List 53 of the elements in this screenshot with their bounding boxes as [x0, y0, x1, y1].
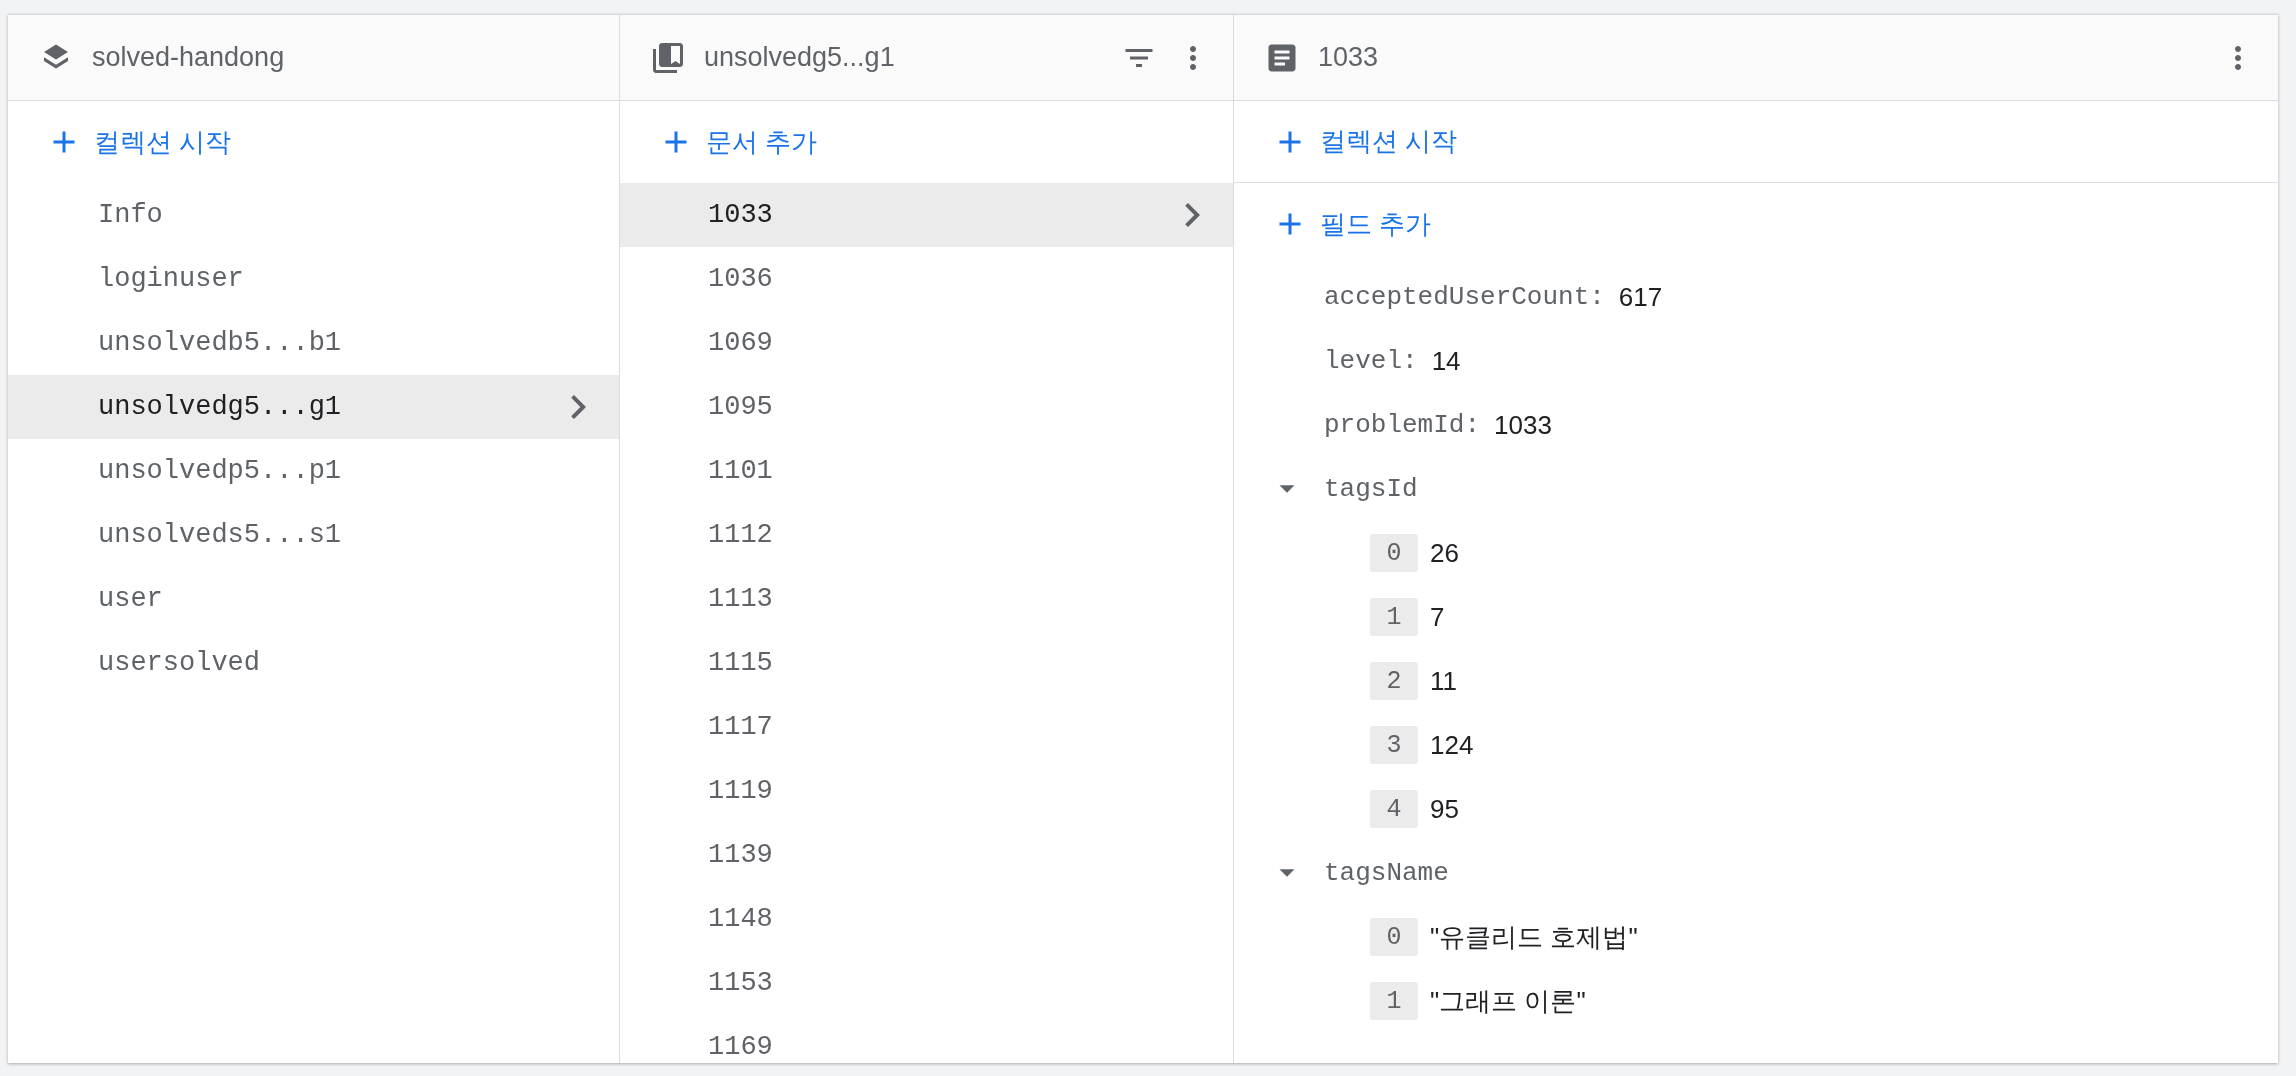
add-field-button[interactable]: 필드 추가 [1272, 206, 1432, 242]
field-key: level: [1324, 346, 1418, 376]
list-item[interactable]: Info [8, 183, 619, 247]
list-item[interactable]: 1119 [620, 759, 1233, 823]
chevron-right-icon [571, 395, 587, 419]
list-item[interactable]: user [8, 567, 619, 631]
field-value: "그래프 이론" [1430, 984, 1586, 1018]
list-item[interactable]: 1113 [620, 567, 1233, 631]
list-item[interactable]: 1069 [620, 311, 1233, 375]
field-key: tagsName [1324, 858, 1449, 888]
field-value: 95 [1430, 793, 1459, 825]
array-index: 2 [1370, 662, 1418, 700]
array-index: 1 [1370, 598, 1418, 636]
list-item[interactable]: 1112 [620, 503, 1233, 567]
list-item[interactable]: 1101 [620, 439, 1233, 503]
field-value: 124 [1430, 729, 1474, 761]
list-item[interactable]: usersolved [8, 631, 619, 695]
list-item[interactable]: 1115 [620, 631, 1233, 695]
list-item[interactable]: unsolveds5...s1 [8, 503, 619, 567]
field-value: 7 [1430, 601, 1445, 633]
array-index: 1 [1370, 982, 1418, 1020]
array-index: 0 [1370, 918, 1418, 956]
database-title: solved-handong [92, 42, 286, 73]
document-title: 1033 [1318, 42, 1380, 73]
field-value: 1033 [1494, 409, 1552, 441]
field-key: problemId: [1324, 410, 1481, 440]
list-item[interactable]: unsolvedg5...g1 [8, 375, 619, 439]
list-item[interactable]: 1095 [620, 375, 1233, 439]
field-value: 11 [1430, 665, 1457, 697]
list-item[interactable]: 1148 [620, 887, 1233, 951]
array-index: 0 [1370, 534, 1418, 572]
array-index: 4 [1370, 790, 1418, 828]
list-item[interactable]: unsolvedp5...p1 [8, 439, 619, 503]
list-item[interactable]: 1117 [620, 695, 1233, 759]
field-value: 14 [1431, 345, 1461, 377]
field-key: acceptedUserCount: [1324, 282, 1605, 312]
field-key: tagsId [1324, 474, 1418, 504]
chevron-right-icon [1185, 203, 1201, 227]
start-collection-button[interactable]: 컬렉션 시작 [46, 124, 232, 160]
list-item[interactable]: 1153 [620, 951, 1233, 1015]
field-value: "유클리드 호제법" [1430, 920, 1638, 954]
field-value: 617 [1618, 281, 1663, 313]
list-item[interactable]: 1036 [620, 247, 1233, 311]
list-item[interactable]: loginuser [8, 247, 619, 311]
list-item[interactable]: unsolvedb5...b1 [8, 311, 619, 375]
collection-title: unsolvedg5...g1 [704, 42, 896, 73]
field-value: 26 [1430, 537, 1459, 569]
start-collection-button[interactable]: 컬렉션 시작 [1272, 123, 1458, 160]
array-index: 3 [1370, 726, 1418, 764]
list-item[interactable]: 1169 [620, 1015, 1233, 1063]
list-item[interactable]: 1033 [620, 183, 1233, 247]
add-document-button[interactable]: 문서 추가 [658, 124, 818, 160]
list-item[interactable]: 1139 [620, 823, 1233, 887]
